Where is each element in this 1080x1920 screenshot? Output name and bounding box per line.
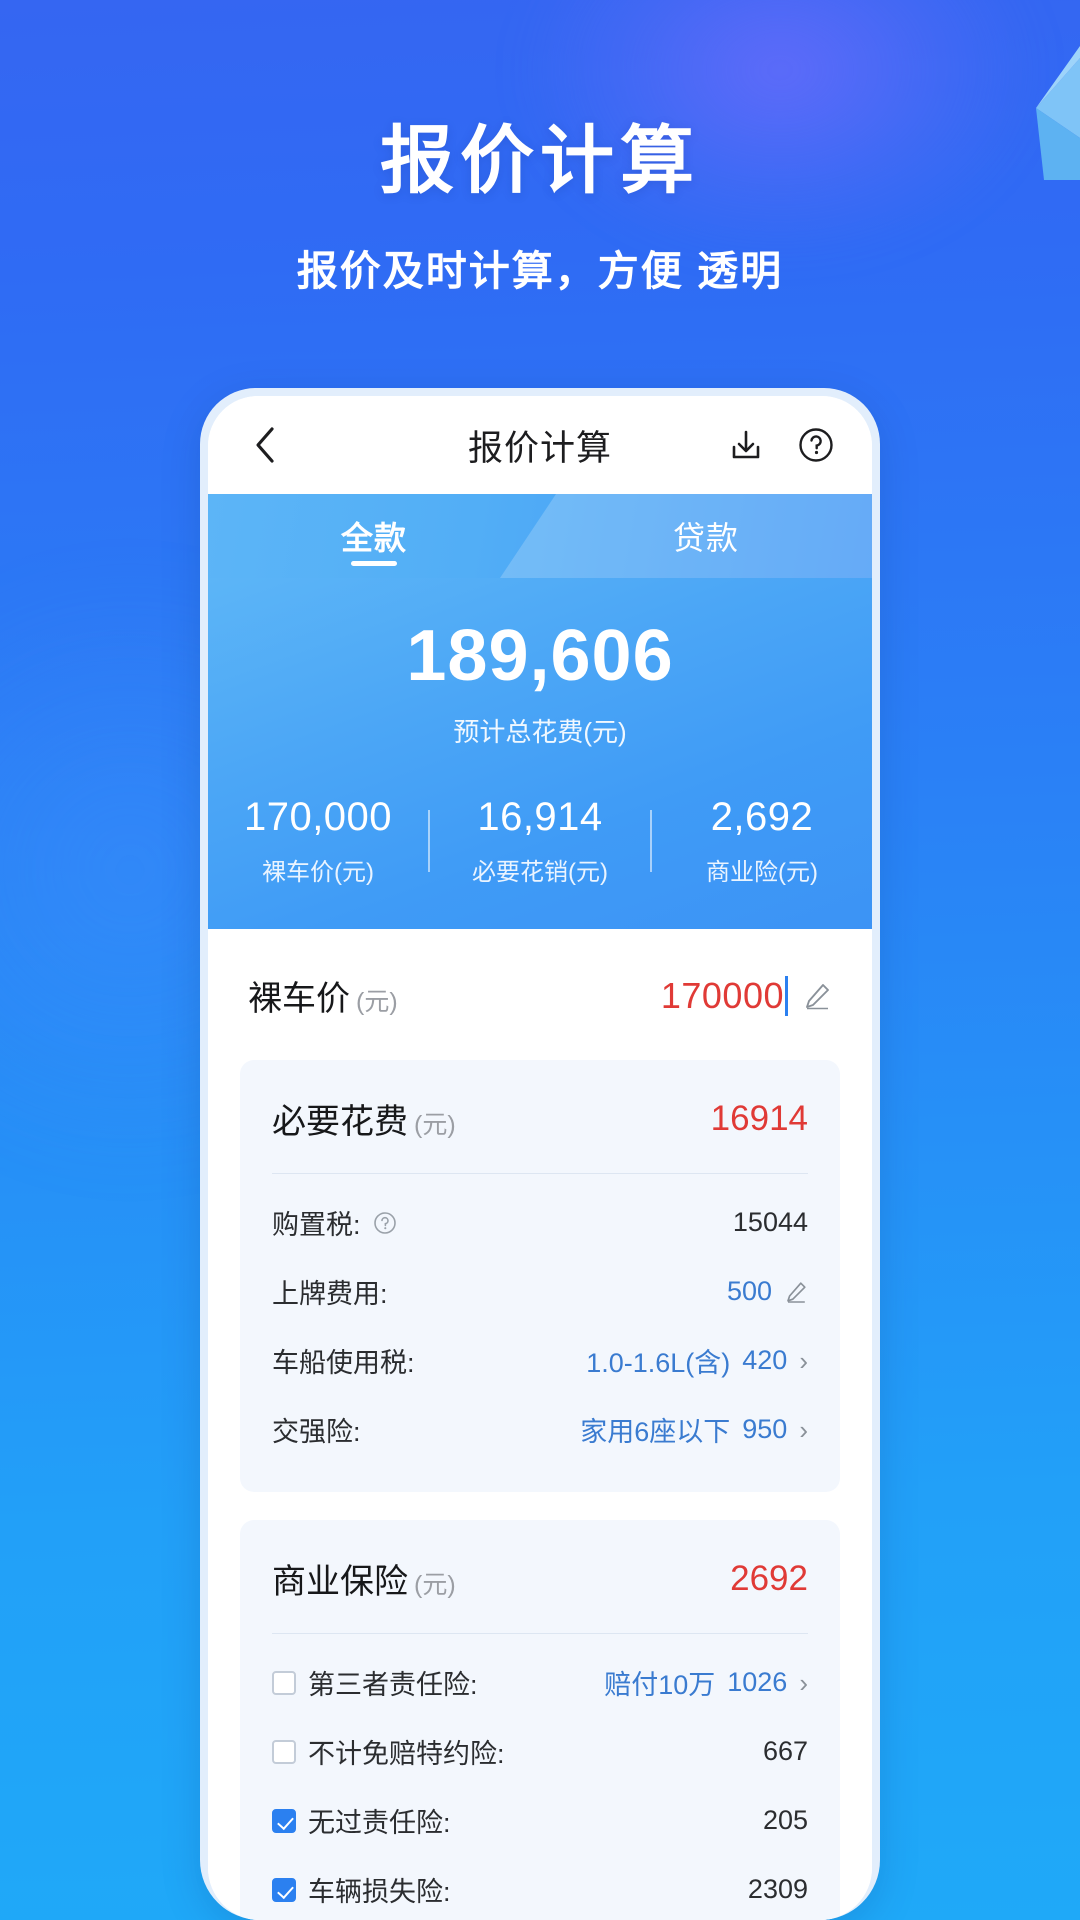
checkbox-no-fault-liability[interactable]	[272, 1808, 296, 1833]
row-value: 667	[762, 1736, 808, 1766]
promo-header: 报价计算 报价及时计算，方便 透明	[0, 120, 1080, 297]
row-value: 1026	[727, 1667, 788, 1697]
necessary-title-text: 必要花费	[272, 1103, 408, 1141]
row-value: 15044	[732, 1207, 808, 1237]
row-label: 交强险:	[272, 1417, 361, 1447]
commercial-card-header: 商业保险 (元) 2692	[240, 1554, 840, 1633]
phone-mockup: 报价计算 全款 贷款 189,606 预计总花费(元) 170,000 裸车价(…	[200, 388, 880, 1920]
chevron-right-icon: ›	[799, 1345, 808, 1376]
necessary-card-header: 必要花费 (元) 16914	[240, 1094, 840, 1173]
tab-loan-label: 贷款	[672, 520, 739, 556]
checkbox-no-deductible[interactable]	[272, 1739, 296, 1764]
row-third-party-liability[interactable]: 第三者责任险: 赔付10万 1026 ›	[240, 1648, 840, 1717]
necessary-amount: 16914	[710, 1098, 808, 1138]
question-circle-icon[interactable]	[373, 1211, 397, 1235]
commercial-title: 商业保险 (元)	[272, 1554, 456, 1603]
phone-screen: 报价计算 全款 贷款 189,606 预计总花费(元) 170,000 裸车价(…	[208, 396, 872, 1920]
divider	[272, 1173, 808, 1174]
download-icon	[732, 430, 760, 459]
row-label: 车辆损失险:	[308, 1877, 451, 1907]
summary-breakdown: 170,000 裸车价(元) 16,914 必要花销(元) 2,692 商业险(…	[208, 795, 872, 887]
app-navbar: 报价计算	[208, 396, 872, 494]
necessary-unit: (元)	[414, 1111, 456, 1139]
row-label: 车船使用税:	[272, 1348, 415, 1378]
summary-col-bare-price: 170,000 裸车价(元)	[208, 795, 428, 887]
row-purchase-tax[interactable]: 购置税: 15044	[240, 1188, 840, 1257]
summary-value: 2,692	[710, 795, 814, 839]
bare-price-label-text: 裸车价	[248, 980, 350, 1018]
payment-mode-tabs: 全款 贷款	[208, 494, 872, 578]
row-value: 420	[742, 1345, 788, 1375]
bare-price-edit-button[interactable]	[802, 981, 832, 1011]
row-no-fault-liability[interactable]: 无过责任险: 205	[240, 1786, 840, 1855]
checkbox-vehicle-damage[interactable]	[272, 1877, 296, 1902]
row-value: 205	[762, 1805, 808, 1835]
summary-col-necessary: 16,914 必要花销(元)	[430, 795, 650, 887]
page-title: 报价计算	[380, 119, 700, 202]
commercial-amount: 2692	[730, 1558, 808, 1598]
text-cursor	[785, 975, 788, 1016]
row-value: 500	[726, 1276, 772, 1306]
checkbox-third-party-liability[interactable]	[272, 1670, 296, 1695]
bare-price-row[interactable]: 裸车价 (元) 170000	[208, 929, 872, 1060]
summary-label: 商业险(元)	[706, 859, 818, 886]
commercial-insurance-card: 商业保险 (元) 2692 第三者责任险: 赔付10万 1026 › 不计免赔特…	[240, 1520, 840, 1920]
chevron-left-icon	[256, 427, 274, 463]
help-button[interactable]	[794, 423, 838, 467]
commercial-title-text: 商业保险	[272, 1563, 408, 1601]
commercial-unit: (元)	[414, 1571, 456, 1599]
divider	[272, 1633, 808, 1634]
row-label: 无过责任险:	[308, 1808, 451, 1838]
row-label: 上牌费用:	[272, 1279, 388, 1309]
row-option: 赔付10万	[604, 1670, 716, 1700]
question-circle-icon	[799, 428, 833, 462]
row-compulsory-insurance[interactable]: 交强险: 家用6座以下 950 ›	[240, 1395, 840, 1464]
row-option: 家用6座以下	[580, 1417, 731, 1447]
bare-price-unit: (元)	[356, 988, 398, 1016]
summary-col-commercial: 2,692 商业险(元)	[652, 795, 872, 887]
summary-value: 170,000	[243, 795, 393, 839]
pencil-icon	[806, 983, 829, 1009]
row-option: 1.0-1.6L(含)	[586, 1348, 731, 1378]
pencil-icon[interactable]	[784, 1280, 808, 1304]
form-body: 裸车价 (元) 170000 必要花费 (元) 16914 购置税: 15044…	[208, 929, 872, 1920]
tab-full-payment-label: 全款	[340, 520, 407, 556]
tab-loan[interactable]: 贷款	[540, 494, 872, 578]
summary-label: 裸车价(元)	[262, 859, 374, 886]
row-vehicle-damage[interactable]: 车辆损失险: 2309	[240, 1855, 840, 1920]
tab-active-underline	[351, 561, 397, 566]
necessary-expenses-card: 必要花费 (元) 16914 购置税: 15044 上牌费用: 500 车船使用…	[240, 1060, 840, 1492]
summary-hero: 189,606 预计总花费(元) 170,000 裸车价(元) 16,914 必…	[208, 578, 872, 929]
bare-price-input[interactable]: 170000	[661, 975, 784, 1017]
summary-label: 必要花销(元)	[472, 859, 608, 886]
total-cost-value: 189,606	[406, 616, 674, 696]
summary-value: 16,914	[477, 795, 603, 839]
bare-price-label: 裸车价 (元)	[248, 971, 398, 1020]
total-cost-label: 预计总花费(元)	[453, 717, 627, 747]
row-value: 950	[742, 1414, 788, 1444]
tab-full-payment[interactable]: 全款	[208, 494, 540, 578]
necessary-title: 必要花费 (元)	[272, 1094, 456, 1143]
row-label: 不计免赔特约险:	[308, 1739, 505, 1769]
back-button[interactable]	[242, 422, 288, 468]
row-value: 2309	[747, 1874, 808, 1904]
chevron-right-icon: ›	[799, 1667, 808, 1698]
page-subtitle: 报价及时计算，方便 透明	[296, 248, 784, 295]
chevron-right-icon: ›	[799, 1414, 808, 1445]
row-label: 购置税:	[272, 1210, 361, 1240]
row-label: 第三者责任险:	[308, 1670, 478, 1700]
download-button[interactable]	[724, 423, 768, 467]
row-no-deductible[interactable]: 不计免赔特约险: 667	[240, 1717, 840, 1786]
row-license-fee[interactable]: 上牌费用: 500	[240, 1257, 840, 1326]
row-vehicle-vessel-tax[interactable]: 车船使用税: 1.0-1.6L(含) 420 ›	[240, 1326, 840, 1395]
